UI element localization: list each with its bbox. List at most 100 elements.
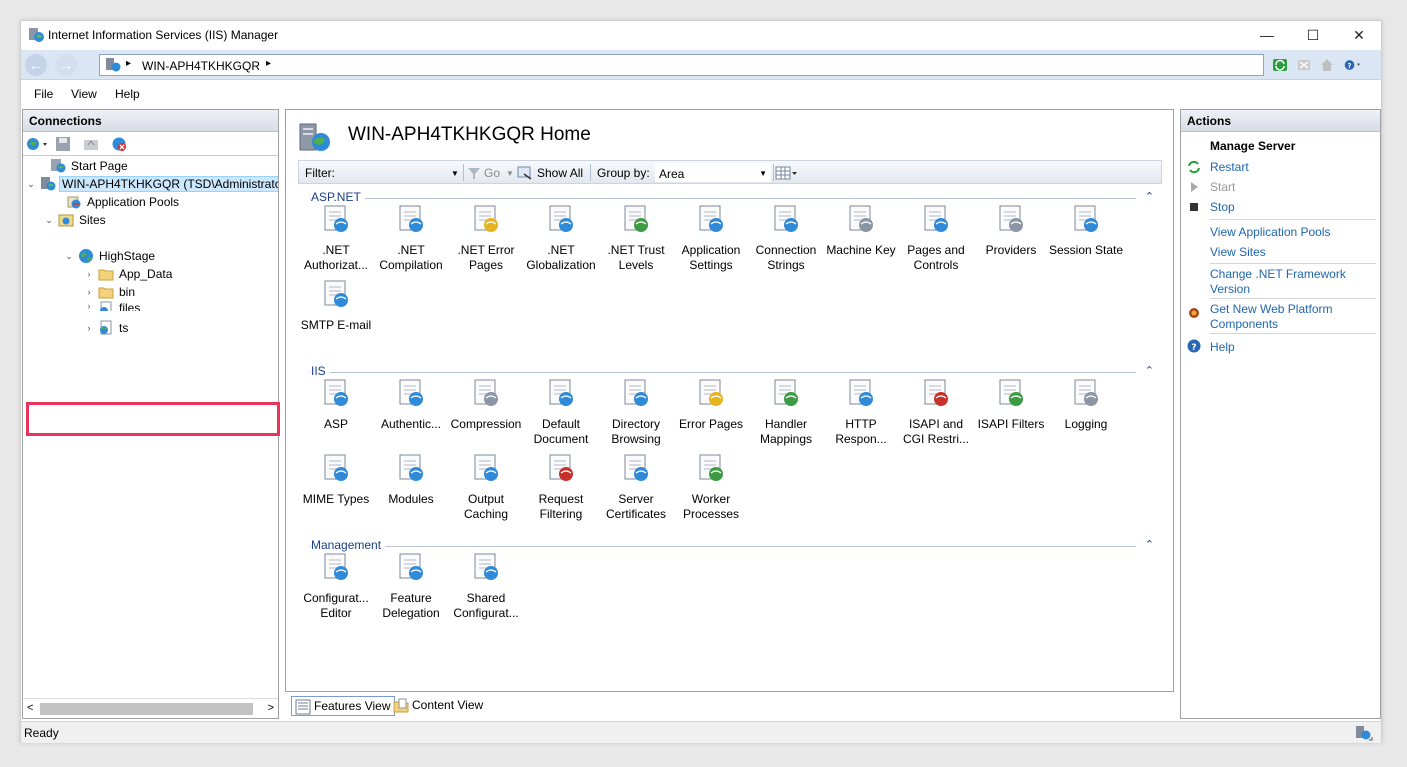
menu-file[interactable]: File <box>34 87 53 101</box>
tree-item-start-page[interactable]: Start Page <box>35 157 130 175</box>
feature-error-pages[interactable]: Error Pages <box>673 377 749 432</box>
section-title-iis[interactable]: IIS <box>311 364 330 378</box>
tree-item-files[interactable]: › files <box>83 301 142 311</box>
restart-link[interactable]: Restart <box>1210 160 1249 175</box>
tree-item-app-data[interactable]: › App_Data <box>83 265 174 283</box>
view-application-pools-link[interactable]: View Application Pools <box>1210 225 1331 240</box>
collapse-icon[interactable]: ⌄ <box>43 215 55 226</box>
feature-isapi-filters[interactable]: ISAPI Filters <box>973 377 1049 432</box>
up-level-icon[interactable] <box>83 136 99 152</box>
help-link[interactable]: Help <box>1210 340 1235 355</box>
expand-icon[interactable]: › <box>83 323 95 333</box>
feature-configuration-editor[interactable]: Configurat... Editor <box>298 551 374 621</box>
feature-smtp-email[interactable]: SMTP E-mail <box>298 278 374 333</box>
collapse-section-icon[interactable]: ⌃ <box>1145 190 1154 203</box>
menu-help[interactable]: Help <box>115 87 140 101</box>
go-dropdown-icon[interactable]: ▼ <box>506 169 514 178</box>
stop-icon[interactable] <box>1295 56 1313 74</box>
feature-server-certificates[interactable]: Server Certificates <box>598 452 674 522</box>
refresh-icon[interactable] <box>1271 56 1289 74</box>
minimize-button[interactable]: — <box>1244 21 1290 49</box>
tree-item-bin[interactable]: › bin <box>83 283 137 301</box>
home-icon[interactable] <box>1318 56 1336 74</box>
feature-net-authorization[interactable]: .NET Authorizat... <box>298 203 374 273</box>
section-title-management[interactable]: Management <box>311 538 386 552</box>
feature-compression[interactable]: Compression <box>448 377 524 432</box>
scroll-thumb[interactable] <box>40 703 253 715</box>
collapse-icon[interactable]: ⌄ <box>63 251 75 262</box>
expand-icon[interactable]: › <box>83 287 95 297</box>
horizontal-scrollbar[interactable]: < > <box>23 698 278 718</box>
disconnect-icon[interactable] <box>111 136 127 152</box>
maximize-button[interactable]: ☐ <box>1290 21 1336 49</box>
feature-request-filtering[interactable]: Request Filtering <box>523 452 599 522</box>
tab-content-view[interactable]: Content View <box>390 696 487 716</box>
feature-output-caching[interactable]: Output Caching <box>448 452 524 522</box>
collapse-icon[interactable]: ⌄ <box>25 179 37 190</box>
feature-default-document[interactable]: Default Document <box>523 377 599 447</box>
tree-item-sites[interactable]: ⌄ Sites <box>43 211 108 229</box>
start-link[interactable]: Start <box>1210 180 1235 195</box>
http-response-icon <box>849 379 873 406</box>
view-sites-link[interactable]: View Sites <box>1210 245 1266 260</box>
scroll-left-icon[interactable]: < <box>27 702 33 714</box>
feature-shared-configuration[interactable]: Shared Configurat... <box>448 551 524 621</box>
address-path[interactable]: WIN-APH4TKHKGQR <box>142 59 260 73</box>
address-bar[interactable]: ▸ WIN-APH4TKHKGQR ▸ <box>99 54 1264 76</box>
feature-asp[interactable]: ASP <box>298 377 374 432</box>
expand-icon[interactable]: › <box>83 269 95 279</box>
forward-button[interactable]: → <box>55 54 77 76</box>
address-separator[interactable]: ▸ <box>126 58 131 69</box>
feature-net-error-pages[interactable]: .NET Error Pages <box>448 203 524 273</box>
tab-features-view[interactable]: Features View <box>291 696 396 716</box>
isapi-filters-icon <box>999 379 1023 406</box>
tree-item-application-pools[interactable]: Application Pools <box>51 193 181 211</box>
tree-item-ts[interactable]: › ts <box>83 319 130 337</box>
get-web-platform-link[interactable]: Get New Web Platform Components <box>1210 302 1360 332</box>
feature-pages-controls[interactable]: Pages and Controls <box>898 203 974 273</box>
feature-logging[interactable]: Logging <box>1048 377 1124 432</box>
close-button[interactable]: ✕ <box>1336 21 1382 49</box>
feature-application-settings[interactable]: Application Settings <box>673 203 749 273</box>
feature-feature-delegation[interactable]: Feature Delegation <box>373 551 449 621</box>
group-by-select[interactable]: Area ▼ <box>655 163 771 182</box>
address-separator[interactable]: ▸ <box>266 58 271 69</box>
feature-worker-processes[interactable]: Worker Processes <box>673 452 749 522</box>
show-all-button[interactable]: Show All <box>537 166 583 180</box>
feature-mime-types[interactable]: MIME Types <box>298 452 374 507</box>
view-mode-icon[interactable] <box>775 165 799 181</box>
feature-handler-mappings[interactable]: Handler Mappings <box>748 377 824 447</box>
tree-item-highstage[interactable]: ⌄ HighStage <box>63 247 157 265</box>
feature-net-compilation[interactable]: .NET Compilation <box>373 203 449 273</box>
feature-machine-key[interactable]: Machine Key <box>823 203 899 258</box>
feature-net-trust-levels[interactable]: .NET Trust Levels <box>598 203 674 273</box>
menu-view[interactable]: View <box>71 87 97 101</box>
stop-link[interactable]: Stop <box>1210 200 1235 215</box>
start-icon <box>1191 182 1198 192</box>
back-button[interactable]: ← <box>25 54 47 76</box>
change-net-framework-link[interactable]: Change .NET Framework Version <box>1210 267 1360 297</box>
feature-modules[interactable]: Modules <box>373 452 449 507</box>
net-trust-levels-icon <box>624 205 648 232</box>
collapse-section-icon[interactable]: ⌃ <box>1145 538 1154 551</box>
section-title-aspnet[interactable]: ASP.NET <box>311 190 365 204</box>
tree-item-server[interactable]: ⌄ WIN-APH4TKHKGQR (TSD\Administrator) <box>25 175 278 193</box>
feature-isapi-cgi[interactable]: ISAPI and CGI Restri... <box>898 377 974 447</box>
feature-connection-strings[interactable]: Connection Strings <box>748 203 824 273</box>
help-dropdown-icon[interactable]: ? <box>1344 56 1362 74</box>
expand-icon[interactable]: › <box>83 301 95 311</box>
feature-authentication[interactable]: Authentic... <box>373 377 449 432</box>
scroll-right-icon[interactable]: > <box>268 702 274 714</box>
collapse-section-icon[interactable]: ⌃ <box>1145 364 1154 377</box>
filter-dropdown-icon[interactable]: ▼ <box>451 169 459 178</box>
feature-providers[interactable]: Providers <box>973 203 1049 258</box>
feature-label: Application Settings <box>681 243 741 272</box>
feature-net-globalization[interactable]: .NET Globalization <box>523 203 599 273</box>
go-button[interactable]: Go <box>484 166 500 180</box>
feature-session-state[interactable]: Session State <box>1048 203 1124 258</box>
feature-directory-browsing[interactable]: Directory Browsing <box>598 377 674 447</box>
save-icon[interactable] <box>55 136 71 152</box>
feature-http-response[interactable]: HTTP Respon... <box>823 377 899 447</box>
filter-input[interactable] <box>339 163 459 182</box>
connect-dropdown-icon[interactable] <box>26 136 50 152</box>
